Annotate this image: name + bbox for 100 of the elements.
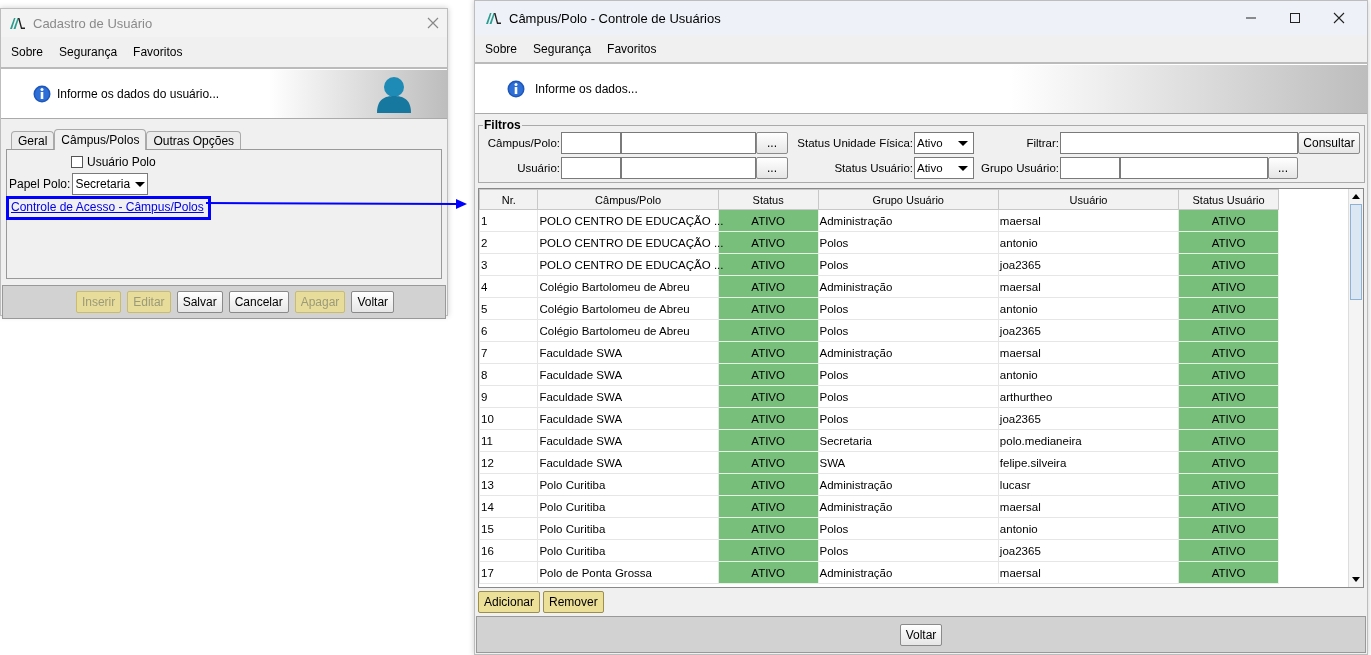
column-header[interactable]: Usuário [998,189,1179,210]
table-cell: Polos [818,297,999,320]
field-label: Câmpus/Polo: [486,137,561,149]
table-cell: 1 [479,209,538,232]
table-cell: antonio [998,297,1179,320]
table-cell: 9 [479,385,538,408]
table-cell: Administração [818,473,999,496]
table-cell: 13 [479,473,538,496]
input-field[interactable] [1060,132,1298,154]
table-cell: 12 [479,451,538,474]
button[interactable]: Voltar [899,623,943,646]
table-cell: 17 [479,561,538,584]
table-cell: 15 [479,517,538,540]
link[interactable]: Controle de Acesso - Câmpus/Polos [9,199,208,217]
table-cell: Polos [818,385,999,408]
button[interactable]: Cancelar [228,291,289,313]
table-cell: Secretaria [818,429,999,452]
window-title: Cadastro de Usuário [33,15,153,31]
table-cell: maersal [998,495,1179,518]
table-cell: joa2365 [998,253,1179,276]
menu-item[interactable]: Segurança [59,45,118,59]
menu-item[interactable]: Favoritos [607,41,657,56]
group-title: Filtros [483,118,522,132]
table-cell: 10 [479,407,538,430]
table-cell: Polo de Ponta Grossa [537,561,719,584]
column-header[interactable]: Status Usuário [1178,189,1279,210]
table-cell: antonio [998,363,1179,386]
button[interactable]: Salvar [176,291,223,313]
info-icon [507,80,525,98]
table-cell: Colégio Bartolomeu de Abreu [537,319,719,342]
dropdown[interactable]: Ativo [914,157,974,179]
table-cell: Polos [818,253,999,276]
button[interactable]: ... [756,132,788,154]
table-cell: joa2365 [998,319,1179,342]
button[interactable]: ... [1268,157,1298,179]
input-field[interactable] [1060,157,1120,179]
button[interactable]: Consultar [1298,132,1360,154]
tab[interactable]: Outras Opções [146,131,242,149]
scroll-down-icon [1351,576,1361,583]
input-field[interactable] [561,132,621,154]
dropdown[interactable]: Secretaria [72,173,149,195]
dropdown[interactable]: Ativo [914,132,974,154]
maximize-icon[interactable] [1289,12,1301,24]
field-label: Status Usuário: [833,162,914,174]
close-icon[interactable] [1333,12,1345,24]
app-logo-icon [485,11,501,25]
table-cell: Faculdade SWA [537,363,719,386]
button[interactable]: Remover [543,591,604,613]
checkbox[interactable]: Usuário Polo [71,155,439,169]
table-cell: lucasr [998,473,1179,496]
table-cell: Colégio Bartolomeu de Abreu [537,297,719,320]
caret-icon [134,180,147,188]
column-header[interactable]: Status [718,189,818,210]
table-cell: maersal [998,275,1179,298]
table-cell: 6 [479,319,538,342]
field-label: Status Unidade Física: [796,137,914,149]
field-label: Usuário: [516,162,561,174]
button[interactable]: Voltar [351,291,395,313]
input-field[interactable] [621,132,756,154]
table-cell: Administração [818,209,999,232]
table-cell: 2 [479,231,538,254]
table-cell: Polo Curitiba [537,473,719,496]
table-cell: 3 [479,253,538,276]
table-cell: antonio [998,231,1179,254]
user-silhouette-icon [375,75,413,113]
table-cell: felipe.silveira [998,451,1179,474]
table-cell: Polos [818,539,999,562]
menu-item[interactable]: Sobre [485,41,518,56]
table-cell: joa2365 [998,407,1179,430]
table-cell: Polos [818,319,999,342]
menu-item[interactable]: Favoritos [133,45,183,59]
banner-text: Informe os dados do usuário... [57,87,220,101]
table-cell: SWA [818,451,999,474]
table-cell: Polo Curitiba [537,495,719,518]
close-icon [427,17,439,29]
table-cell: 8 [479,363,538,386]
input-field[interactable] [561,157,621,179]
menu-item[interactable]: Segurança [533,41,592,56]
column-header[interactable]: Grupo Usuário [818,189,999,210]
caret-icon [957,139,969,147]
table-cell: maersal [998,561,1179,584]
table-cell: Faculdade SWA [537,407,719,430]
input-field[interactable] [621,157,756,179]
table-cell: Faculdade SWA [537,429,719,452]
menu-item[interactable]: Sobre [11,45,44,59]
table-cell: Faculdade SWA [537,451,719,474]
info-icon [33,85,51,103]
window-title: Câmpus/Polo - Controle de Usuários [509,10,721,26]
caret-icon [957,164,969,172]
tab[interactable]: Geral [11,131,55,149]
scrollbar-thumb[interactable] [1350,204,1362,300]
table-cell: maersal [998,341,1179,364]
button[interactable]: ... [756,157,788,179]
button[interactable]: Adicionar [478,591,541,613]
tab[interactable]: Câmpus/Polos [54,129,147,150]
table-cell: 5 [479,297,538,320]
table-cell: 7 [479,341,538,364]
column-header[interactable]: Nr. [479,189,538,210]
input-field[interactable] [1120,157,1268,179]
column-header[interactable]: Câmpus/Polo [537,189,719,210]
